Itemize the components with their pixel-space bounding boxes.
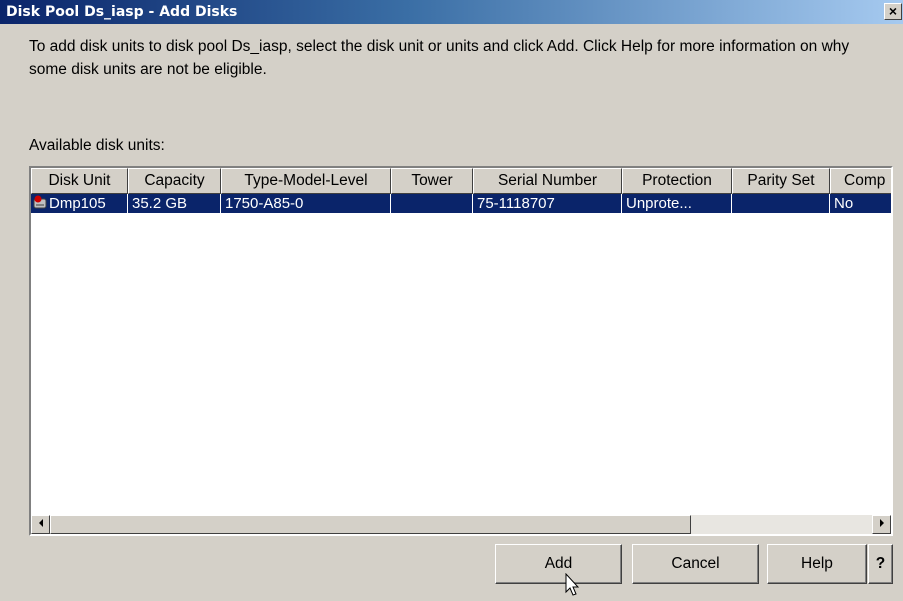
disk-units-list[interactable]: Disk Unit Capacity Type-Model-Level Towe… [29,166,893,536]
column-header-comp[interactable]: Comp [830,168,891,194]
close-button[interactable]: × [884,3,902,20]
cell-comp: No [834,195,854,212]
cell-tower [391,194,473,213]
horizontal-scrollbar[interactable] [31,515,891,534]
scroll-right-button[interactable] [872,515,891,534]
instructions-text: To add disk units to disk pool Ds_iasp, … [29,38,850,78]
mouse-pointer-icon [565,573,580,596]
title-bar: Disk Pool Ds_iasp - Add Disks × [0,0,903,24]
scroll-right-icon [879,519,884,527]
scrollbar-thumb[interactable] [50,515,691,534]
cell-protection: Unprote... [622,194,732,213]
cell-disk-unit: Dmp105 [31,194,128,213]
disk-unit-value: Dmp105 [49,195,106,212]
scroll-left-icon [38,519,43,527]
cell-serial-number: 75-1118707 [473,194,622,213]
column-header-disk-unit[interactable]: Disk Unit [31,168,128,194]
cell-capacity: 35.2 GB [128,194,221,213]
available-disk-units-label: Available disk units: [29,137,165,154]
column-header-serial-number[interactable]: Serial Number [473,168,622,194]
column-header-type-model-level[interactable]: Type-Model-Level [221,168,391,194]
cancel-button[interactable]: Cancel [632,544,759,584]
disk-unit-icon [33,195,47,209]
scroll-left-button[interactable] [31,515,50,534]
column-header-tower[interactable]: Tower [391,168,473,194]
column-header-protection[interactable]: Protection [622,168,732,194]
cell-parity-set [732,194,830,213]
cell-type-model-level: 1750-A85-0 [221,194,391,213]
window-title: Disk Pool Ds_iasp - Add Disks [6,4,238,20]
whats-this-button[interactable]: ? [868,544,893,584]
column-header-capacity[interactable]: Capacity [128,168,221,194]
table-row[interactable]: Dmp105 35.2 GB 1750-A85-0 75-1118707 Unp… [31,194,891,213]
column-header-parity-set[interactable]: Parity Set [732,168,830,194]
help-button[interactable]: Help [767,544,867,584]
add-button[interactable]: Add [495,544,622,584]
